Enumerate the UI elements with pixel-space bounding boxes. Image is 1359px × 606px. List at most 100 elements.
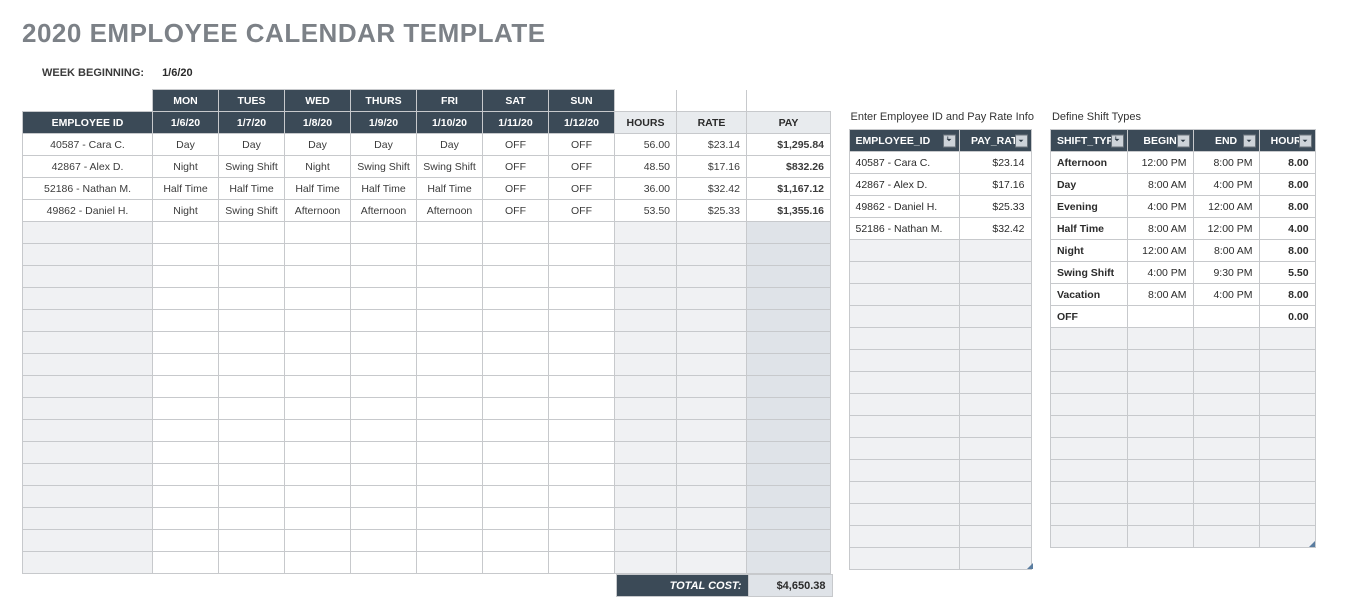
- shift-type-cell[interactable]: [1050, 350, 1127, 372]
- schedule-row-blank[interactable]: [23, 464, 831, 486]
- shift-cell[interactable]: [483, 420, 549, 442]
- shift-cell[interactable]: Swing Shift: [417, 156, 483, 178]
- shift-cell[interactable]: [549, 288, 615, 310]
- employee-cell[interactable]: 40587 - Cara C.: [23, 134, 153, 156]
- employee-cell[interactable]: [23, 442, 153, 464]
- begin-cell[interactable]: [1127, 350, 1193, 372]
- shift-type-cell[interactable]: [1050, 526, 1127, 548]
- schedule-row-blank[interactable]: [23, 442, 831, 464]
- begin-cell[interactable]: [1127, 416, 1193, 438]
- sort-icon[interactable]: [1111, 134, 1124, 147]
- shift-type-row[interactable]: Night12:00 AM8:00 AM8.00: [1050, 240, 1315, 262]
- end-cell[interactable]: [1193, 460, 1259, 482]
- shift-cell[interactable]: [153, 332, 219, 354]
- shift-cell[interactable]: [417, 442, 483, 464]
- shift-cell[interactable]: [153, 442, 219, 464]
- shift-cell[interactable]: [417, 266, 483, 288]
- shift-cell[interactable]: Day: [351, 134, 417, 156]
- schedule-row[interactable]: 49862 - Daniel H.NightSwing ShiftAfterno…: [23, 200, 831, 222]
- employee-id-cell[interactable]: [849, 350, 959, 372]
- employee-rate-row-blank[interactable]: [849, 548, 1031, 570]
- employee-rate-row-blank[interactable]: [849, 372, 1031, 394]
- shift-cell[interactable]: Half Time: [351, 178, 417, 200]
- employee-rate-row-blank[interactable]: [849, 394, 1031, 416]
- pay-rate-cell[interactable]: [959, 306, 1031, 328]
- shift-cell[interactable]: [285, 530, 351, 552]
- pay-rate-cell[interactable]: [959, 262, 1031, 284]
- employee-cell[interactable]: [23, 266, 153, 288]
- end-cell[interactable]: 8:00 PM: [1193, 152, 1259, 174]
- filter-icon[interactable]: [1243, 134, 1256, 147]
- shift-cell[interactable]: [351, 244, 417, 266]
- pay-rate-cell[interactable]: [959, 460, 1031, 482]
- begin-col-header[interactable]: BEGIN: [1127, 130, 1193, 152]
- shift-cell[interactable]: OFF: [483, 178, 549, 200]
- employee-rate-row-blank[interactable]: [849, 438, 1031, 460]
- shift-cell[interactable]: [351, 442, 417, 464]
- shift-cell[interactable]: [285, 552, 351, 574]
- begin-cell[interactable]: 12:00 PM: [1127, 152, 1193, 174]
- shift-cell[interactable]: [417, 288, 483, 310]
- shift-cell[interactable]: OFF: [483, 156, 549, 178]
- shift-cell[interactable]: Afternoon: [351, 200, 417, 222]
- shift-type-cell[interactable]: [1050, 394, 1127, 416]
- employee-id-cell[interactable]: 49862 - Daniel H.: [849, 196, 959, 218]
- shift-cell[interactable]: [219, 398, 285, 420]
- schedule-row-blank[interactable]: [23, 398, 831, 420]
- begin-cell[interactable]: 8:00 AM: [1127, 284, 1193, 306]
- filter-icon[interactable]: [1015, 134, 1028, 147]
- pay-rate-cell[interactable]: [959, 284, 1031, 306]
- schedule-row-blank[interactable]: [23, 310, 831, 332]
- shift-cell[interactable]: [483, 552, 549, 574]
- shift-cell[interactable]: [351, 332, 417, 354]
- employee-id-cell[interactable]: [849, 306, 959, 328]
- employee-rate-row-blank[interactable]: [849, 262, 1031, 284]
- pay-rate-cell[interactable]: [959, 438, 1031, 460]
- shift-cell[interactable]: [153, 266, 219, 288]
- employee-rate-row[interactable]: 49862 - Daniel H.$25.33: [849, 196, 1031, 218]
- employee-cell[interactable]: 49862 - Daniel H.: [23, 200, 153, 222]
- shift-type-cell[interactable]: [1050, 438, 1127, 460]
- end-cell[interactable]: [1193, 372, 1259, 394]
- shift-cell[interactable]: [219, 486, 285, 508]
- shift-cell[interactable]: [285, 332, 351, 354]
- begin-cell[interactable]: [1127, 438, 1193, 460]
- shift-cell[interactable]: [219, 376, 285, 398]
- shift-cell[interactable]: [351, 354, 417, 376]
- schedule-row-blank[interactable]: [23, 376, 831, 398]
- shift-type-cell[interactable]: OFF: [1050, 306, 1127, 328]
- employee-cell[interactable]: [23, 354, 153, 376]
- pay-rate-cell[interactable]: [959, 350, 1031, 372]
- end-cell[interactable]: [1193, 526, 1259, 548]
- end-cell[interactable]: [1193, 416, 1259, 438]
- shift-cell[interactable]: Swing Shift: [219, 156, 285, 178]
- end-cell[interactable]: 12:00 AM: [1193, 196, 1259, 218]
- shift-types-table[interactable]: SHIFT_TYPE BEGIN END HOURS: [1050, 129, 1316, 548]
- pay-rate-cell[interactable]: $23.14: [959, 152, 1031, 174]
- shift-cell[interactable]: [483, 486, 549, 508]
- shift-cell[interactable]: Half Time: [153, 178, 219, 200]
- shift-cell[interactable]: Half Time: [417, 178, 483, 200]
- begin-cell[interactable]: [1127, 526, 1193, 548]
- end-cell[interactable]: 8:00 AM: [1193, 240, 1259, 262]
- filter-icon[interactable]: [1299, 134, 1312, 147]
- schedule-row-blank[interactable]: [23, 486, 831, 508]
- shift-cell[interactable]: [417, 530, 483, 552]
- shift-cell[interactable]: [153, 552, 219, 574]
- shift-cell[interactable]: [219, 442, 285, 464]
- begin-cell[interactable]: [1127, 328, 1193, 350]
- employee-rate-row-blank[interactable]: [849, 504, 1031, 526]
- shift-cell[interactable]: [153, 376, 219, 398]
- shift-cell[interactable]: [549, 486, 615, 508]
- shift-cell[interactable]: [285, 310, 351, 332]
- shift-cell[interactable]: [153, 398, 219, 420]
- shift-cell[interactable]: Swing Shift: [351, 156, 417, 178]
- employee-id-cell[interactable]: [849, 548, 959, 570]
- shift-cell[interactable]: OFF: [483, 134, 549, 156]
- employee-cell[interactable]: [23, 530, 153, 552]
- schedule-row-blank[interactable]: [23, 332, 831, 354]
- employee-rate-row-blank[interactable]: [849, 306, 1031, 328]
- begin-cell[interactable]: 8:00 AM: [1127, 174, 1193, 196]
- end-cell[interactable]: [1193, 394, 1259, 416]
- shift-type-row-blank[interactable]: [1050, 482, 1315, 504]
